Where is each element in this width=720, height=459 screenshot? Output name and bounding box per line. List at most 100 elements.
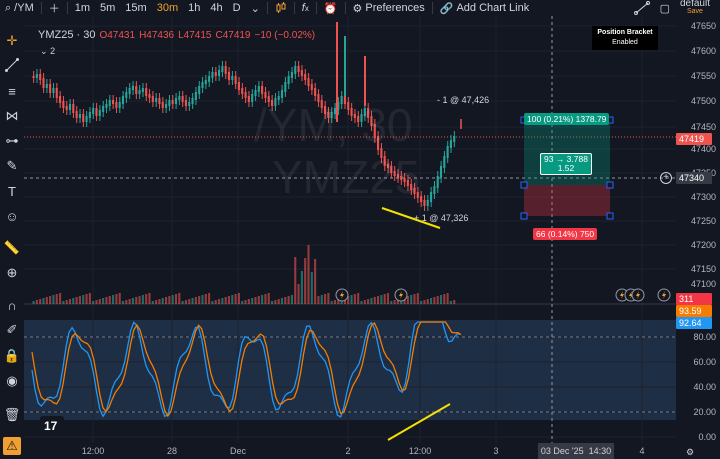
indicators-icon[interactable]: fx xyxy=(297,0,314,16)
candle-body xyxy=(277,96,280,100)
volume-bar xyxy=(274,300,277,304)
trend-line-icon[interactable] xyxy=(3,56,21,74)
stop-label[interactable]: 66 (0.14%) 750 xyxy=(533,228,598,240)
interval-15m[interactable]: 15m xyxy=(120,0,151,16)
volume-bar xyxy=(443,294,446,304)
candle-body xyxy=(59,96,62,103)
volume-bar xyxy=(191,298,194,304)
price-tick: 47600 xyxy=(690,46,716,56)
candle-body xyxy=(360,114,363,122)
volume-bar xyxy=(161,298,164,304)
volume-bar xyxy=(264,294,267,304)
candle-body xyxy=(406,180,409,186)
interval-1m[interactable]: 1m xyxy=(70,0,95,16)
text-icon[interactable]: T xyxy=(3,182,21,200)
interval-5m[interactable]: 5m xyxy=(95,0,120,16)
interval-4h[interactable]: 4h xyxy=(205,0,227,16)
crosshair-icon[interactable]: ✛ xyxy=(3,32,21,50)
legend-close: C47419 xyxy=(215,29,251,41)
candle-body xyxy=(300,70,303,76)
interval-30m[interactable]: 30m xyxy=(152,0,183,16)
candle-body xyxy=(39,74,42,80)
brush-icon[interactable]: ✎ xyxy=(3,157,21,175)
bracket-handle xyxy=(606,181,614,189)
candle-body xyxy=(158,98,161,104)
volume-bar xyxy=(257,296,260,304)
interval-dropdown-chevron-icon[interactable]: ⌄ xyxy=(246,0,265,16)
volume-bar xyxy=(68,299,72,304)
volume-bar xyxy=(317,296,320,304)
price-tick: 47250 xyxy=(690,216,716,226)
candle-body xyxy=(42,78,45,88)
candle-body xyxy=(231,76,234,80)
drawing-toggle-icon[interactable] xyxy=(629,0,655,16)
candle-body xyxy=(320,100,323,108)
candle-body xyxy=(204,80,207,84)
volume-bar xyxy=(294,257,297,304)
volume-bar xyxy=(125,300,128,304)
warning-icon[interactable]: ⚠ xyxy=(3,437,21,455)
volume-bar xyxy=(231,295,234,304)
emoji-icon[interactable]: ☺ xyxy=(3,207,21,225)
symbol-search-button[interactable]: ⌕/YM xyxy=(0,0,39,16)
volume-bar xyxy=(383,294,386,304)
volume-bar xyxy=(350,295,353,304)
candle-body xyxy=(65,106,68,110)
legend-symbol[interactable]: YMZ25 · 30 xyxy=(38,29,95,41)
interval-1h[interactable]: 1h xyxy=(183,0,205,16)
compare-button[interactable]: ＋ xyxy=(44,0,65,16)
volume-bar xyxy=(32,301,35,304)
volume-bar xyxy=(234,294,237,304)
add-chart-link-button[interactable]: 🔗 Add Chart Link xyxy=(435,0,534,16)
volume-bar xyxy=(105,297,108,304)
axis-settings-gear-icon[interactable]: ⚙ xyxy=(686,447,694,458)
candle-body xyxy=(214,72,217,76)
volume-bar xyxy=(367,299,370,304)
trash-icon[interactable]: 🗑 xyxy=(3,406,21,424)
stay-in-drawing-icon[interactable]: ✐ xyxy=(3,321,21,339)
risk-reward-center[interactable]: 93 → 3.788 1.52 xyxy=(540,153,592,175)
candle-body xyxy=(436,176,439,188)
legend-collapse[interactable]: ⌄ 2 xyxy=(40,46,55,57)
volume-bar xyxy=(370,298,373,304)
window-icon[interactable]: ▢ xyxy=(655,0,675,16)
magnet-icon[interactable]: ∩ xyxy=(3,296,21,314)
volume-bar xyxy=(141,295,144,304)
candle-body xyxy=(105,104,108,108)
target-label[interactable]: 100 (0.21%) 1378.79 xyxy=(524,113,610,125)
volume-bar xyxy=(446,293,449,304)
candle-body xyxy=(141,88,144,92)
lock-icon[interactable]: 🔒 xyxy=(3,347,21,365)
volume-bar xyxy=(304,258,307,304)
interval-d[interactable]: D xyxy=(228,0,246,16)
add-order-icon[interactable]: + xyxy=(660,172,672,184)
time-axis[interactable]: 12:00 28 Dec 2 12:00 3 4 03 Dec '25 14:3… xyxy=(24,443,676,459)
candle-body xyxy=(98,110,101,116)
layout-menu[interactable]: default Save xyxy=(675,0,720,16)
candle-body xyxy=(178,96,181,100)
candles-icon[interactable] xyxy=(270,0,292,16)
ruler-icon[interactable]: 📏 xyxy=(3,239,21,257)
volume-bar xyxy=(307,245,310,304)
alert-icon[interactable]: ⏰ xyxy=(319,0,343,16)
candle-body xyxy=(363,108,366,116)
candle-body xyxy=(284,82,287,92)
candle-body xyxy=(75,111,78,118)
pattern-icon[interactable]: ⋈ xyxy=(3,107,21,125)
candle-body xyxy=(287,76,290,84)
candle-body xyxy=(377,136,380,150)
eye-icon[interactable]: ◉ xyxy=(3,372,21,390)
volume-bar xyxy=(218,299,221,304)
price-axis[interactable]: 47650 47600 47550 47500 47450 47400 4735… xyxy=(676,16,720,443)
volume-bar xyxy=(373,297,376,304)
osc-tick: 80.00 xyxy=(693,332,716,342)
fib-retracement-icon[interactable]: ≡ xyxy=(3,82,21,100)
time-tick: 3 xyxy=(493,446,499,456)
osc-tick: 60.00 xyxy=(693,357,716,367)
candle-body xyxy=(314,88,317,96)
preferences-button[interactable]: ⚙ Preferences xyxy=(348,0,430,16)
candle-body xyxy=(370,116,373,126)
zoom-in-icon[interactable]: ⊕ xyxy=(3,264,21,282)
prediction-icon[interactable]: ⊶ xyxy=(3,132,21,150)
volume-bars xyxy=(32,245,456,304)
